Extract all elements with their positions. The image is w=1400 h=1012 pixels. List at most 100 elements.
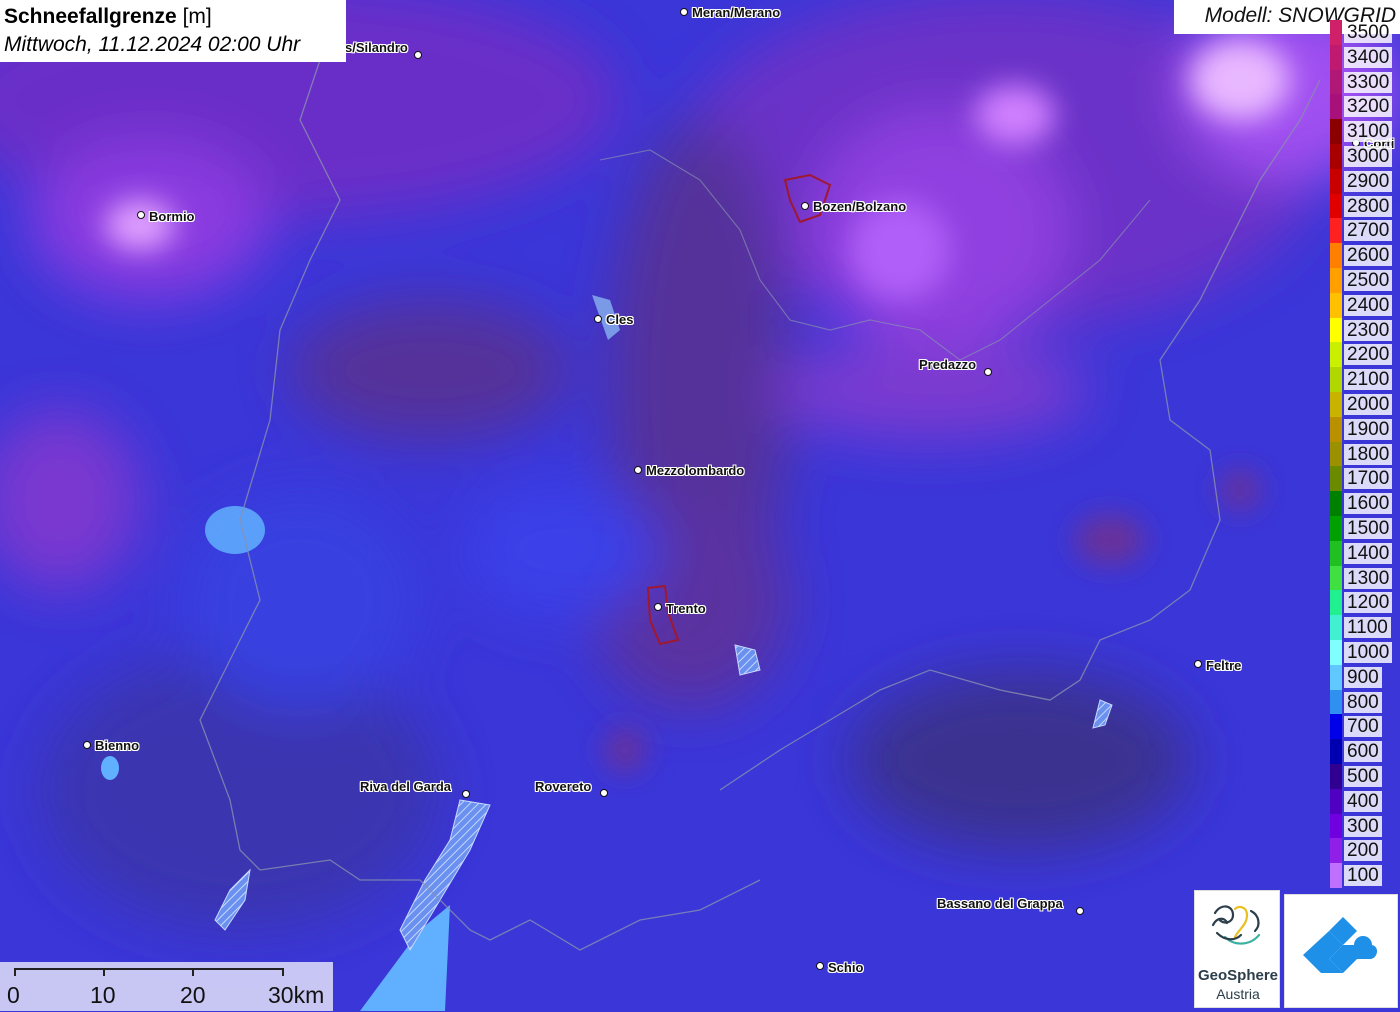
city-label-trento[interactable]: Trento (666, 601, 706, 616)
geosphere-logo[interactable]: GeoSphere Austria (1194, 890, 1280, 1008)
legend-label: 1100 (1344, 617, 1391, 639)
legend-label: 1300 (1344, 567, 1393, 589)
city-label-bormio[interactable]: Bormio (149, 209, 195, 224)
scale-label-20: 20 (180, 982, 206, 1008)
city-marker-meran[interactable] (680, 8, 688, 16)
city-marker-bormio[interactable] (137, 211, 145, 219)
city-label-feltre[interactable]: Feltre (1206, 658, 1241, 673)
legend-label: 2700 (1344, 220, 1393, 242)
legend-entry-2100: 2100 (1328, 367, 1400, 392)
legend-swatch (1330, 367, 1342, 392)
city-label-riva[interactable]: Riva del Garda (360, 779, 451, 794)
legend-label: 200 (1344, 840, 1382, 862)
legend-swatch (1330, 69, 1342, 95)
legend-swatch (1330, 20, 1342, 45)
legend-swatch (1330, 565, 1342, 591)
legend-label: 300 (1344, 815, 1382, 837)
geosphere-emblem-icon (1211, 905, 1261, 945)
legend-label: 100 (1344, 865, 1382, 887)
map-title-box: Schneefallgrenze [m] Mittwoch, 11.12.202… (0, 0, 346, 62)
scale-tick (192, 968, 194, 976)
city-label-meran[interactable]: Meran/Merano (692, 5, 780, 20)
legend-entry-2300: 2300 (1328, 317, 1400, 343)
city-marker-rovereto[interactable] (600, 789, 608, 797)
legend-entry-300: 300 (1328, 813, 1400, 839)
legend-label: 400 (1344, 790, 1382, 812)
city-marker-cles[interactable] (594, 315, 602, 323)
legend-entry-2900: 2900 (1328, 168, 1400, 194)
legend-entry-900: 900 (1328, 664, 1400, 690)
legend-entry-2600: 2600 (1328, 243, 1400, 268)
legend-label: 2100 (1344, 369, 1393, 391)
geosphere-country: Austria (1216, 986, 1260, 1002)
legend-entry-1200: 1200 (1328, 590, 1400, 616)
city-label-silandro[interactable]: s/Silandro (345, 40, 408, 55)
legend-label: 2400 (1344, 294, 1393, 316)
forecast-time: Mittwoch, 11.12.2024 02:00 Uhr (4, 33, 301, 56)
city-marker-schio[interactable] (816, 962, 824, 970)
legend-swatch (1330, 813, 1342, 839)
city-marker-bozen[interactable] (801, 202, 809, 210)
city-marker-predazzo[interactable] (984, 368, 992, 376)
legend-label: 2000 (1344, 394, 1393, 415)
legend-entry-3500: 3500 (1328, 20, 1400, 45)
legend-entry-1900: 1900 (1328, 416, 1400, 442)
legend-entry-3200: 3200 (1328, 94, 1400, 120)
legend-swatch (1330, 540, 1342, 566)
city-label-schio[interactable]: Schio (828, 960, 863, 975)
city-marker-silandro[interactable] (414, 51, 422, 59)
legend-swatch (1330, 317, 1342, 343)
legend-entry-400: 400 (1328, 788, 1400, 814)
city-marker-bassano[interactable] (1076, 907, 1084, 915)
city-label-bienno[interactable]: Bienno (95, 738, 139, 753)
legend-swatch (1330, 119, 1342, 144)
city-label-cles[interactable]: Cles (606, 312, 633, 327)
city-marker-bienno[interactable] (83, 741, 91, 749)
legend-swatch (1330, 392, 1342, 417)
legend-label: 800 (1344, 691, 1382, 713)
scale-label-10: 10 (90, 982, 116, 1008)
city-marker-riva[interactable] (462, 790, 470, 798)
legend-label: 2600 (1344, 245, 1393, 267)
legend-label: 3500 (1344, 22, 1393, 43)
city-label-predazzo[interactable]: Predazzo (919, 357, 976, 372)
low-snowline-patch (101, 756, 119, 780)
legend-entry-1100: 1100 (1328, 615, 1400, 640)
city-marker-feltre[interactable] (1194, 660, 1202, 668)
legend-swatch (1330, 268, 1342, 293)
legend-entry-2700: 2700 (1328, 218, 1400, 244)
legend-label: 1200 (1344, 592, 1393, 614)
legend-entry-2500: 2500 (1328, 268, 1400, 293)
city-label-mezzolombardo[interactable]: Mezzolombardo (646, 463, 744, 478)
legend-label: 2900 (1344, 170, 1393, 192)
legend-entry-3400: 3400 (1328, 44, 1400, 70)
legend-swatch (1330, 193, 1342, 219)
legend-swatch (1330, 689, 1342, 715)
legend-label: 3200 (1344, 96, 1393, 118)
city-label-bassano[interactable]: Bassano del Grappa (937, 896, 1063, 911)
title-bold: Schneefallgrenze (4, 5, 177, 28)
legend-swatch (1330, 764, 1342, 789)
legend-label: 1600 (1344, 493, 1393, 515)
legend-entry-1400: 1400 (1328, 540, 1400, 566)
legend-swatch (1330, 144, 1342, 169)
city-label-bozen[interactable]: Bozen/Bolzano (813, 199, 906, 214)
legend-swatch (1330, 863, 1342, 888)
city-marker-mezzolombardo[interactable] (634, 466, 642, 474)
city-marker-trento[interactable] (654, 603, 662, 611)
legend-entry-1300: 1300 (1328, 565, 1400, 591)
legend-entry-1500: 1500 (1328, 516, 1400, 541)
legend-swatch (1330, 739, 1342, 764)
legend-swatch (1330, 44, 1342, 70)
city-label-rovereto[interactable]: Rovereto (535, 779, 591, 794)
snowfall-line-map[interactable] (0, 0, 1400, 1011)
legend-entry-700: 700 (1328, 714, 1400, 740)
color-legend: 3500 3400 3300 3200 3100 3000 2900 2800 2700 2600… (1328, 20, 1400, 890)
weather-app-logo[interactable] (1284, 894, 1398, 1008)
legend-label: 1700 (1344, 468, 1393, 490)
scale-line (14, 968, 284, 970)
legend-entry-3300: 3300 (1328, 69, 1400, 95)
legend-label: 2200 (1344, 344, 1393, 366)
legend-swatch (1330, 218, 1342, 244)
legend-swatch (1330, 466, 1342, 492)
